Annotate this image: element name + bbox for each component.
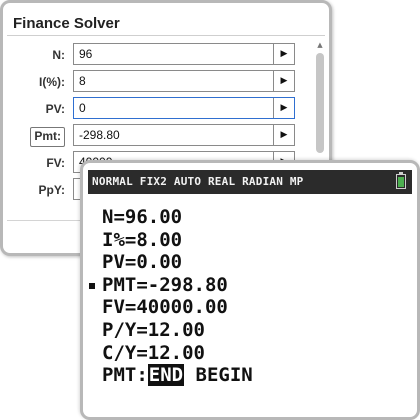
tvm-n-line[interactable]: N=96.00	[83, 206, 413, 229]
n-field[interactable]: 96 ▶	[73, 43, 295, 65]
row-i: I(%): 8 ▶	[3, 70, 303, 94]
scroll-thumb[interactable]	[316, 53, 324, 153]
i-value: 8	[79, 74, 86, 88]
tvm-pv-line[interactable]: PV=0.00	[83, 251, 413, 274]
calculator-screen: NORMAL FIX2 AUTO REAL RADIAN MP N=96.00 …	[80, 160, 420, 420]
row-pv: PV: 0 ▶	[3, 97, 303, 121]
tvm-i-line[interactable]: I%=8.00	[83, 229, 413, 252]
label-i: I(%):	[39, 75, 65, 89]
i-arrow-icon[interactable]: ▶	[273, 71, 294, 91]
scroll-up-icon[interactable]: ▲	[315, 41, 325, 49]
n-value: 96	[79, 47, 93, 61]
label-pmt[interactable]: Pmt:	[30, 127, 65, 147]
pmt-mode-end-option[interactable]: END	[147, 364, 185, 387]
battery-level	[398, 177, 404, 187]
pv-value: 0	[79, 101, 86, 115]
label-pv: PV:	[45, 102, 65, 116]
tvm-pmt-line: PMT=-298.80	[102, 273, 228, 296]
pmt-arrow-icon[interactable]: ▶	[273, 125, 294, 145]
label-fv: FV:	[46, 156, 65, 170]
pv-field[interactable]: 0 ▶	[73, 97, 295, 119]
label-ppy: PpY:	[38, 183, 65, 197]
status-bar: NORMAL FIX2 AUTO REAL RADIAN MP	[88, 170, 412, 194]
finance-solver-title: Finance Solver	[13, 15, 120, 32]
mode-status-text: NORMAL FIX2 AUTO REAL RADIAN MP	[92, 175, 304, 188]
pv-arrow-icon[interactable]: ▶	[273, 98, 294, 118]
pmt-field[interactable]: -298.80 ▶	[73, 124, 295, 146]
pmt-mode-label: PMT:	[102, 364, 148, 387]
label-n: N:	[52, 48, 65, 62]
pmt-value: -298.80	[79, 128, 120, 142]
pmt-mode-line: PMT:END BEGIN	[83, 364, 413, 387]
tvm-cy-line[interactable]: C/Y=12.00	[83, 342, 413, 365]
tvm-variable-list: N=96.00 I%=8.00 PV=0.00 PMT=-298.80 FV=4…	[83, 206, 413, 387]
row-pmt: Pmt: -298.80 ▶	[3, 124, 303, 148]
n-arrow-icon[interactable]: ▶	[273, 44, 294, 64]
battery-icon	[396, 172, 406, 189]
i-field[interactable]: 8 ▶	[73, 70, 295, 92]
tvm-py-line[interactable]: P/Y=12.00	[83, 319, 413, 342]
tvm-pmt-line-row[interactable]: PMT=-298.80	[83, 274, 413, 297]
title-divider	[7, 35, 325, 36]
row-n: N: 96 ▶	[3, 43, 303, 67]
cursor-indicator-icon	[89, 282, 95, 289]
tvm-fv-line[interactable]: FV=40000.00	[83, 296, 413, 319]
pmt-mode-begin-option[interactable]: BEGIN	[196, 364, 253, 386]
